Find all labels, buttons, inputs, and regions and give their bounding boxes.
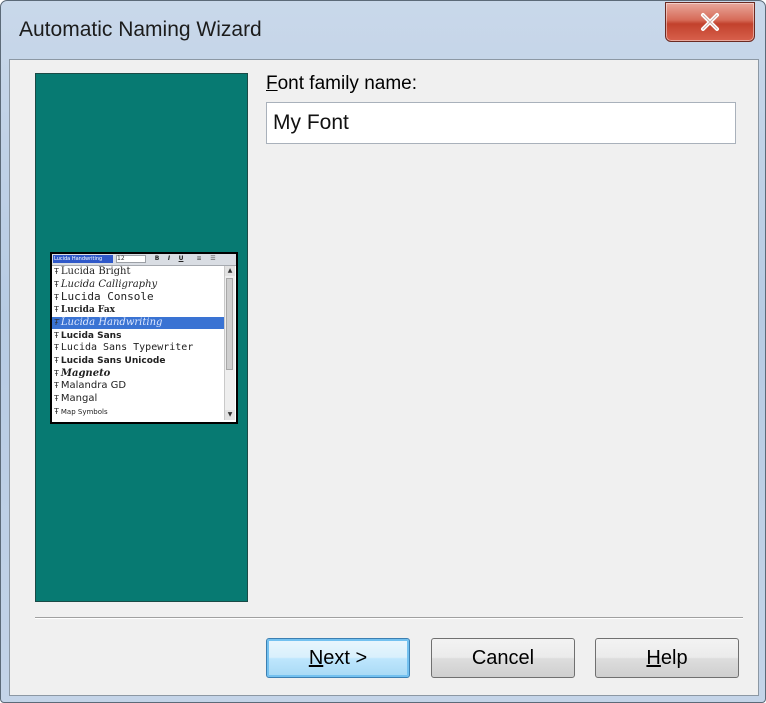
- preview-font-name: Mangal: [60, 393, 98, 404]
- preview-font-item: Ŧ Magneto: [52, 368, 224, 380]
- truetype-icon: Ŧ: [54, 394, 59, 403]
- close-icon: [701, 13, 719, 31]
- help-button[interactable]: Help: [595, 638, 739, 678]
- truetype-icon: Ŧ: [54, 406, 59, 416]
- font-family-label: Font family name:: [266, 73, 417, 95]
- preview-font-name: Lucida Handwriting: [60, 316, 163, 328]
- truetype-icon: Ŧ: [54, 305, 59, 315]
- truetype-icon: Ŧ: [54, 267, 59, 276]
- window-title: Automatic Naming Wizard: [19, 18, 262, 41]
- preview-font-name: Magneto: [60, 367, 111, 379]
- preview-font-name: Map Symbols: [60, 407, 108, 416]
- cancel-button[interactable]: Cancel: [431, 638, 575, 678]
- preview-font-list: Ŧ Lucida Bright Ŧ Lucida Calligraphy Ŧ Lucida…: [52, 266, 224, 422]
- next-button-accel: N: [308, 646, 324, 669]
- preview-font-item: Ŧ Lucida Bright: [52, 266, 224, 278]
- preview-font-item: Ŧ Malandra GD: [52, 380, 224, 392]
- preview-font-item: Ŧ Lucida Sans: [52, 330, 224, 342]
- preview-font-name: Lucida Console: [60, 291, 154, 304]
- preview-toolbar: Lucida Handwriting 12 B I U ≡ ☰: [52, 254, 236, 266]
- separator: [35, 617, 743, 619]
- preview-scrollbar: ▲ ▼: [224, 266, 235, 420]
- preview-font-item: Ŧ Lucida Sans Typewriter: [52, 342, 224, 354]
- next-button-label: ext >: [323, 646, 368, 669]
- truetype-icon: Ŧ: [54, 355, 59, 365]
- preview-scroll-down-icon: ▼: [225, 410, 235, 420]
- preview-font-name: Lucida Sans Unicode: [60, 355, 166, 366]
- preview-underline-button: U: [178, 255, 184, 262]
- preview-size-box: 12: [116, 255, 146, 263]
- truetype-icon: Ŧ: [54, 330, 59, 340]
- font-family-label-text: ont family name:: [277, 73, 418, 94]
- truetype-icon: Ŧ: [54, 368, 59, 378]
- preview-bold-button: B: [154, 255, 160, 262]
- preview-font-box: Lucida Handwriting: [53, 255, 113, 263]
- preview-font-item: Ŧ Map Symbols: [52, 406, 224, 418]
- help-button-label: elp: [660, 646, 688, 669]
- truetype-icon: Ŧ: [54, 343, 59, 353]
- preview-font-item: Ŧ Mangal: [52, 393, 224, 405]
- wizard-window: Automatic Naming Wizard Lucida Handwriti…: [0, 0, 766, 703]
- preview-font-item: Ŧ Lucida Console: [52, 291, 224, 303]
- next-button[interactable]: Next >: [266, 638, 410, 678]
- preview-font-name: Lucida Sans Typewriter: [60, 342, 194, 354]
- truetype-icon: Ŧ: [54, 381, 59, 391]
- preview-font-item: Ŧ Lucida Sans Unicode: [52, 355, 224, 367]
- preview-italic-button: I: [167, 255, 171, 262]
- preview-font-name: Lucida Fax: [60, 305, 116, 316]
- preview-font-name: Malandra GD: [60, 380, 127, 392]
- preview-align-icon: ≡: [196, 255, 202, 262]
- truetype-icon: Ŧ: [54, 317, 59, 327]
- help-button-accel: H: [646, 646, 661, 669]
- truetype-icon: Ŧ: [54, 293, 59, 303]
- dialog-body: Lucida Handwriting 12 B I U ≡ ☰ Ŧ Lucida …: [9, 59, 759, 696]
- preview-font-item: Ŧ Lucida Handwriting: [52, 316, 224, 329]
- font-family-input[interactable]: [266, 102, 736, 144]
- preview-font-name: Lucida Bright: [60, 266, 131, 277]
- truetype-icon: Ŧ: [54, 279, 59, 289]
- font-preview-image: Lucida Handwriting 12 B I U ≡ ☰ Ŧ Lucida …: [50, 252, 238, 424]
- title-bar[interactable]: Automatic Naming Wizard: [1, 1, 765, 61]
- preview-font-item: Ŧ Lucida Fax: [52, 304, 224, 316]
- preview-font-name: Lucida Sans: [60, 330, 122, 341]
- preview-list-icon: ☰: [210, 255, 216, 262]
- preview-scroll-up-icon: ▲: [225, 266, 235, 276]
- close-button[interactable]: [665, 2, 755, 42]
- preview-font-item: Ŧ Lucida Calligraphy: [52, 279, 224, 291]
- preview-font-name: Lucida Calligraphy: [60, 278, 158, 290]
- wizard-side-panel: Lucida Handwriting 12 B I U ≡ ☰ Ŧ Lucida …: [35, 73, 248, 602]
- font-family-label-accel: F: [266, 73, 278, 94]
- preview-scroll-thumb: [226, 278, 233, 370]
